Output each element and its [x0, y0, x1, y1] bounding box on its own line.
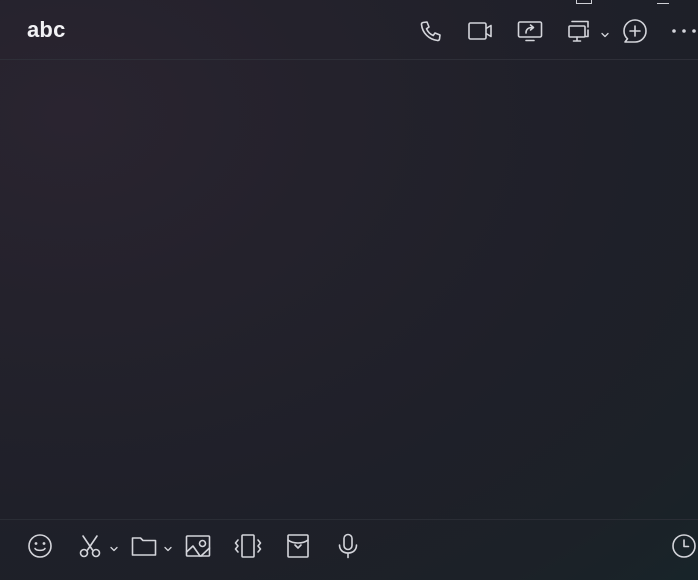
remote-assist-button[interactable]: [567, 18, 593, 44]
folder-icon: [130, 532, 158, 560]
chevron-down-icon[interactable]: [109, 541, 119, 552]
screenshot-button[interactable]: [76, 532, 104, 560]
more-button[interactable]: [670, 18, 698, 44]
remote-screen-icon: [566, 18, 594, 44]
file-button[interactable]: [130, 532, 158, 560]
video-camera-icon: [466, 18, 494, 44]
image-icon: [184, 532, 212, 560]
input-toolbar: [0, 519, 698, 580]
screen-share-button[interactable]: [517, 18, 543, 44]
phone-icon: [418, 18, 444, 44]
voice-message-button[interactable]: [334, 532, 362, 560]
emoji-button[interactable]: [26, 532, 54, 560]
screen-share-icon: [516, 18, 544, 44]
chat-header: abc: [0, 0, 698, 60]
chevron-down-icon[interactable]: [600, 27, 610, 38]
chevron-down-icon[interactable]: [163, 541, 173, 552]
video-call-button[interactable]: [467, 18, 493, 44]
smiley-icon: [26, 532, 54, 560]
scissors-icon: [76, 532, 104, 560]
more-icon: [670, 26, 698, 36]
clock-icon: [670, 532, 698, 560]
envelope-icon: [284, 532, 312, 560]
voice-call-button[interactable]: [418, 18, 444, 44]
plus-bubble-icon: [621, 17, 649, 45]
image-button[interactable]: [184, 532, 212, 560]
chat-title: abc: [27, 17, 66, 42]
history-button[interactable]: [670, 532, 698, 560]
vibrate-icon: [233, 532, 263, 560]
add-member-button[interactable]: [622, 18, 648, 44]
red-packet-button[interactable]: [284, 532, 312, 560]
message-area[interactable]: [0, 61, 698, 519]
microphone-icon: [334, 532, 362, 560]
shake-button[interactable]: [234, 532, 262, 560]
